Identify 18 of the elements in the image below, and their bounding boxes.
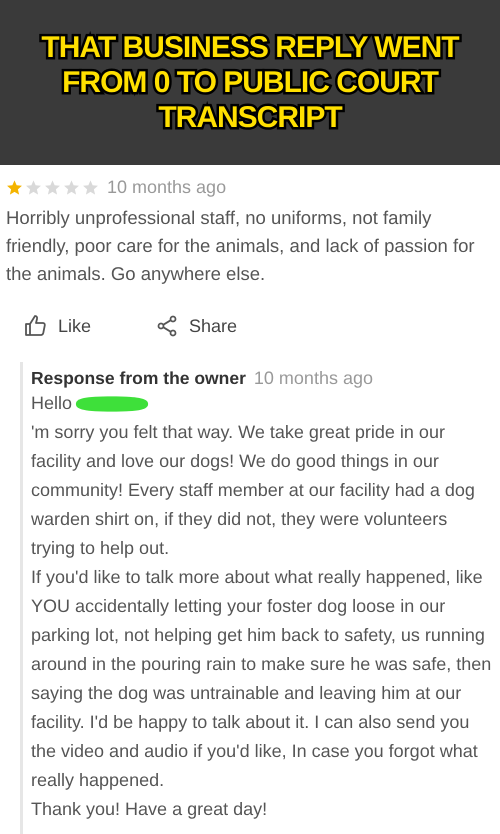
review-time: 10 months ago [107,177,226,198]
star-icon [25,179,42,196]
greeting-text: Hello [31,392,72,415]
like-button[interactable]: Like [22,312,94,340]
response-time: 10 months ago [254,368,373,389]
response-paragraph: 'm sorry you felt that way. We take great pride in our facility and love our dogs! We do good things in our community! Every staff member at our facility had a dog warden shirt on, if they did not, they were volunteers trying to help out. [31,421,476,560]
response-paragraph: If you'd like to talk more about what really happened, like YOU accidentally letting your foster dog loose in our parking lot, not helping get him back to safety, us running around in the pouring rain to make sure he was safe, then saying the dog was untrainable and leaving him at our facility. I'd be happy to talk about it. I can also send you the video and audio if you'd like, In case you forgot what really happened. [31,566,492,792]
share-icon [155,314,180,338]
star-icon [44,179,61,196]
review-text: Horribly unprofessional staff, no uniforms, not family friendly, poor care for the animals, and lack of passion for the animals. Go anywhere else. [6,206,476,286]
star-icon [6,179,23,196]
star-icon [63,179,80,196]
meme-caption: THAT BUSINESS REPLY WENT FROM 0 TO PUBLIC COURT TRANSCRIPT [40,30,460,135]
thumbs-up-icon [24,314,48,338]
share-button[interactable]: Share [153,312,240,340]
response-title: Response from the owner [31,368,246,389]
response-paragraph: Thank you! Have a great day! [31,798,268,821]
star-icon [82,179,99,196]
